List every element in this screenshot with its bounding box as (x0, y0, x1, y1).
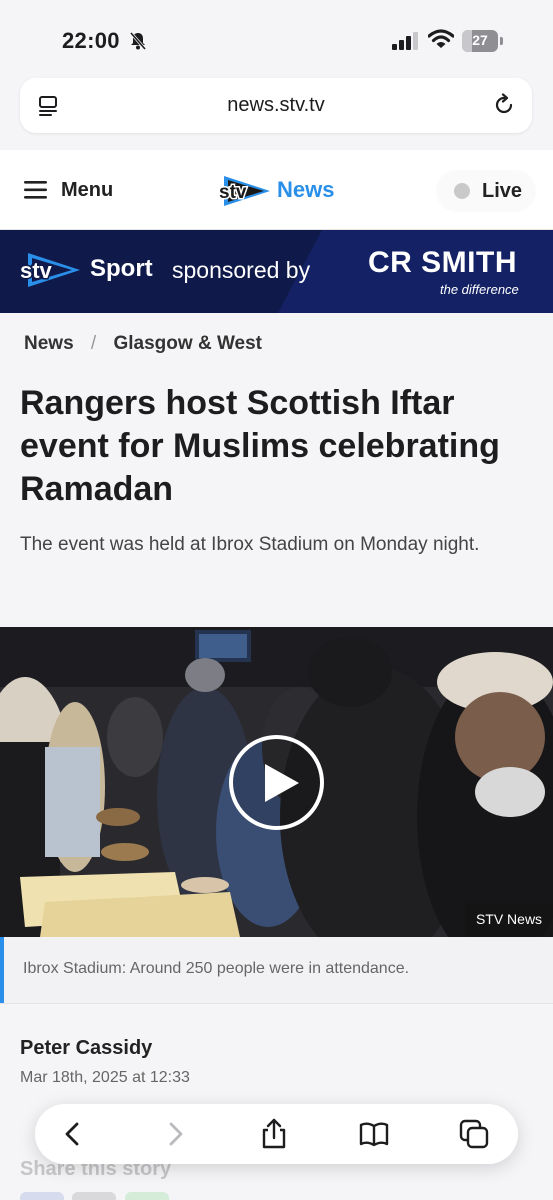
wifi-icon (428, 29, 454, 48)
battery-icon: 27 (462, 30, 503, 52)
share-x-button[interactable] (72, 1192, 117, 1200)
play-button[interactable] (229, 735, 324, 830)
hamburger-icon[interactable] (24, 180, 48, 200)
sponsor-banner[interactable]: stv Sport sponsored by CR SMITH the diff… (0, 230, 553, 313)
author-name[interactable]: Peter Cassidy (20, 1037, 152, 1060)
video-player[interactable]: STV News (0, 627, 553, 937)
video-source-label: STV News (465, 901, 553, 937)
sport-logo-text: stv (20, 258, 53, 283)
sponsor-name: CR SMITH (368, 246, 517, 279)
status-time: 22:00 (62, 28, 120, 53)
share-icon[interactable] (258, 1118, 290, 1150)
reload-icon[interactable] (492, 93, 516, 117)
breadcrumb: News / Glasgow & West (24, 333, 262, 355)
address-bar[interactable]: news.stv.tv (20, 78, 532, 133)
tabs-icon[interactable] (458, 1118, 490, 1150)
share-buttons (20, 1192, 173, 1200)
divider (0, 1003, 553, 1004)
sponsor-tagline: the difference (440, 282, 519, 297)
share-whatsapp-button[interactable] (124, 1192, 169, 1200)
back-icon[interactable] (57, 1118, 89, 1150)
status-bar: 22:00 27 (0, 0, 553, 72)
publish-date: Mar 18th, 2025 at 12:33 (20, 1069, 190, 1086)
news-label[interactable]: News (277, 177, 334, 203)
share-facebook-button[interactable] (20, 1192, 64, 1200)
live-indicator-icon (454, 183, 470, 199)
menu-button[interactable]: Menu (61, 179, 113, 202)
article-standfirst: The event was held at Ibrox Stadium on M… (20, 534, 480, 555)
browser-toolbar (35, 1104, 518, 1164)
image-caption: Ibrox Stadium: Around 250 people were in… (0, 937, 553, 1003)
breadcrumb-glasgow-west[interactable]: Glasgow & West (113, 333, 262, 354)
url-text[interactable]: news.stv.tv (20, 94, 532, 117)
play-icon (265, 764, 299, 802)
bookmarks-icon[interactable] (358, 1118, 390, 1150)
signal-icon (392, 32, 418, 50)
site-header: Menu stv News Live (0, 150, 553, 230)
live-button[interactable]: Live (436, 170, 536, 212)
breadcrumb-separator: / (90, 333, 97, 354)
forward-icon[interactable] (159, 1118, 191, 1150)
battery-level: 27 (472, 32, 488, 48)
caption-text: Ibrox Stadium: Around 250 people were in… (23, 960, 410, 977)
stv-logo-text: stv (219, 182, 247, 203)
live-label: Live (482, 180, 523, 202)
bell-slash-icon (129, 32, 147, 50)
breadcrumb-news[interactable]: News (24, 333, 74, 354)
article-headline: Rangers host Scottish Iftar event for Mu… (20, 384, 500, 508)
sponsored-by-label: sponsored by (172, 257, 311, 283)
sport-label: Sport (90, 255, 153, 282)
stv-sport-logo: stv (20, 253, 80, 287)
stv-logo[interactable]: stv (218, 172, 273, 210)
